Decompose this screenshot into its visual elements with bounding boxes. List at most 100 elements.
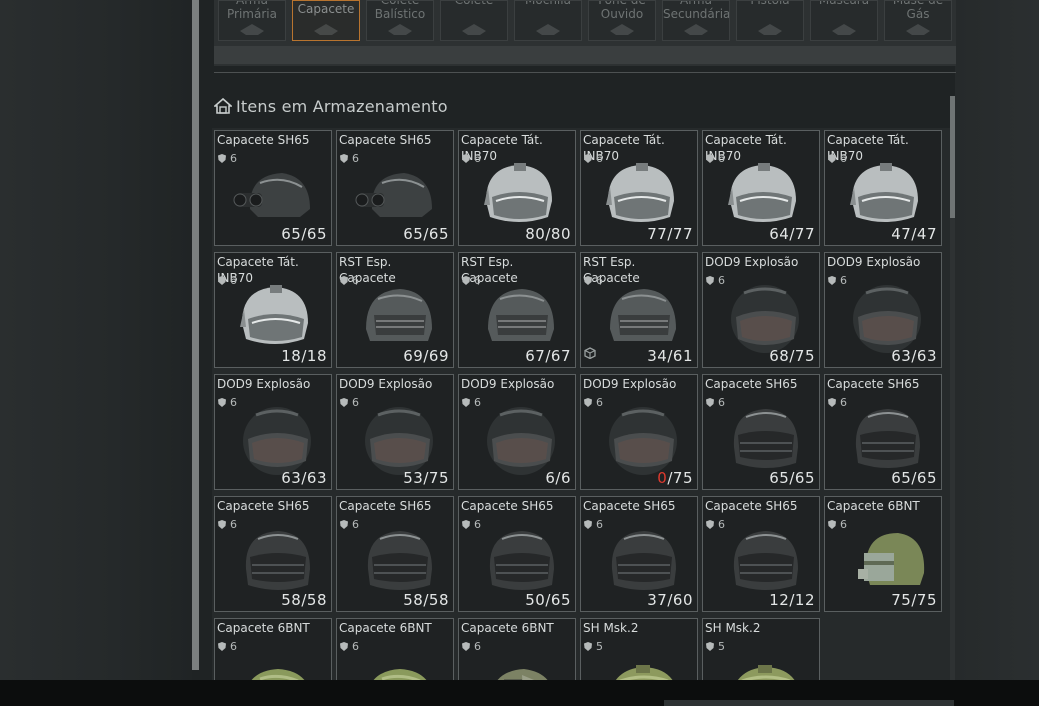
item-tier-value: 5 (596, 640, 603, 653)
durability-max: 65 (428, 225, 449, 243)
equipment-slot-label: Arma Primária (227, 0, 277, 21)
durability-max: 6 (560, 469, 571, 487)
item-tier: 6 (706, 152, 725, 165)
item-card[interactable]: SH Msk.2 5 (580, 618, 698, 680)
shield-icon (218, 154, 226, 163)
item-name: Capacete 6BNT (339, 621, 432, 635)
item-card[interactable]: Capacete Tát. INB70 6 47/47 (824, 130, 942, 246)
item-name: DOD9 Explosão (217, 377, 311, 391)
item-card[interactable]: Capacete Tát. INB70 6 77/77 (580, 130, 698, 246)
item-durability: 64/77 (769, 225, 815, 243)
storage-scrollbar[interactable] (950, 96, 955, 680)
item-card[interactable]: Capacete SH65 6 58/58 (214, 496, 332, 612)
durability-current: 65 (403, 225, 424, 243)
equipment-slot-label: Fone de Ouvido (598, 0, 646, 21)
item-card[interactable]: Capacete SH65 6 58/58 (336, 496, 454, 612)
item-tier-value: 6 (718, 152, 725, 165)
equipment-slot-label: Colete Balístico (374, 0, 426, 21)
item-name: Capacete SH65 (827, 377, 920, 391)
equipment-slot[interactable]: Máse de Gás (884, 0, 952, 41)
shield-icon (218, 520, 226, 529)
equipment-slot[interactable]: Colete (440, 0, 508, 41)
item-durability: 77/77 (647, 225, 693, 243)
durability-current: 63 (891, 347, 912, 365)
item-durability: 63/63 (281, 469, 327, 487)
item-tier: 6 (340, 518, 359, 531)
item-card[interactable]: Capacete SH65 6 65/65 (824, 374, 942, 490)
equipment-slot[interactable]: Fone de Ouvido (588, 0, 656, 41)
durability-current: 0 (657, 469, 668, 487)
equipment-slot[interactable]: Arma Primária (218, 0, 286, 41)
item-tier-value: 6 (230, 274, 237, 287)
helmet-image (230, 645, 320, 680)
storage-grid-panel[interactable]: Capacete SH65 6 65/65 Capacete SH65 6 65/65 … (212, 128, 956, 680)
item-card[interactable]: DOD9 Explosão 6 0/75 (580, 374, 698, 490)
item-tier: 6 (218, 152, 237, 165)
item-card[interactable]: Capacete Tát. INB70 6 64/77 (702, 130, 820, 246)
bottom-panel (664, 700, 954, 706)
package-icon (584, 344, 596, 363)
shield-icon (340, 398, 348, 407)
durability-current: 58 (403, 591, 424, 609)
equipment-slot-label: Mochila (525, 0, 571, 7)
durability-max: 63 (306, 469, 327, 487)
item-card[interactable]: DOD9 Explosão 6 6/6 (458, 374, 576, 490)
item-tier-value: 6 (840, 152, 847, 165)
item-tier: 6 (218, 274, 237, 287)
item-card[interactable]: Capacete SH65 6 65/65 (336, 130, 454, 246)
item-card[interactable]: Capacete 6BNT 6 75/75 (824, 496, 942, 612)
equipment-slot[interactable]: Máscara (810, 0, 878, 41)
equipment-slot[interactable]: Colete Balístico (366, 0, 434, 41)
equipment-slot-label: Máscara (818, 0, 870, 7)
item-tier: 6 (706, 518, 725, 531)
item-tier-value: 6 (230, 396, 237, 409)
shield-icon (462, 520, 470, 529)
equipment-slot[interactable]: Pistola (736, 0, 804, 41)
item-tier-value: 6 (352, 396, 359, 409)
item-card[interactable]: RST Esp. Capacete 6 67/67 (458, 252, 576, 368)
item-card[interactable]: Capacete SH65 6 12/12 (702, 496, 820, 612)
item-card[interactable]: DOD9 Explosão 6 53/75 (336, 374, 454, 490)
item-durability: 65/65 (891, 469, 937, 487)
item-name: Capacete SH65 (217, 133, 310, 147)
shield-icon (828, 154, 836, 163)
helmet-image (352, 645, 442, 680)
durability-max: 67 (550, 347, 571, 365)
shield-icon (828, 398, 836, 407)
item-card[interactable]: DOD9 Explosão 6 68/75 (702, 252, 820, 368)
item-card[interactable]: RST Esp. Capacete 6 34/61 (580, 252, 698, 368)
item-card[interactable]: Capacete SH65 6 65/65 (214, 130, 332, 246)
shield-icon (706, 642, 714, 651)
equipment-slot[interactable]: Arma Secundária (662, 0, 730, 41)
item-card[interactable]: DOD9 Explosão 6 63/63 (824, 252, 942, 368)
item-card[interactable]: Capacete 6BNT 6 (214, 618, 332, 680)
item-durability: 80/80 (525, 225, 571, 243)
shield-icon (218, 642, 226, 651)
shield-icon (584, 276, 592, 285)
item-durability: 34/61 (647, 347, 693, 365)
item-card[interactable]: Capacete SH65 6 65/65 (702, 374, 820, 490)
item-card[interactable]: Capacete 6BNT 6 (336, 618, 454, 680)
durability-max: 75 (916, 591, 937, 609)
item-durability: 6/6 (545, 469, 571, 487)
item-durability: 53/75 (403, 469, 449, 487)
item-tier-value: 6 (596, 274, 603, 287)
shield-icon (462, 154, 470, 163)
shield-icon (462, 276, 470, 285)
item-card[interactable]: Capacete Tát. INB70 6 18/18 (214, 252, 332, 368)
item-card[interactable]: SH Msk.2 5 (702, 618, 820, 680)
item-durability: 58/58 (281, 591, 327, 609)
equipment-slot[interactable]: Capacete (292, 0, 360, 41)
durability-current: 18 (281, 347, 302, 365)
scrollbar-thumb[interactable] (950, 96, 955, 218)
item-card[interactable]: Capacete SH65 6 37/60 (580, 496, 698, 612)
item-card[interactable]: DOD9 Explosão 6 63/63 (214, 374, 332, 490)
item-card[interactable]: RST Esp. Capacete 6 69/69 (336, 252, 454, 368)
equipment-slot[interactable]: Mochila (514, 0, 582, 41)
item-name: Capacete SH65 (217, 499, 310, 513)
item-durability: 68/75 (769, 347, 815, 365)
item-tier: 6 (218, 518, 237, 531)
item-card[interactable]: Capacete 6BNT 6 (458, 618, 576, 680)
item-card[interactable]: Capacete SH65 6 50/65 (458, 496, 576, 612)
item-card[interactable]: Capacete Tát. INB70 6 80/80 (458, 130, 576, 246)
